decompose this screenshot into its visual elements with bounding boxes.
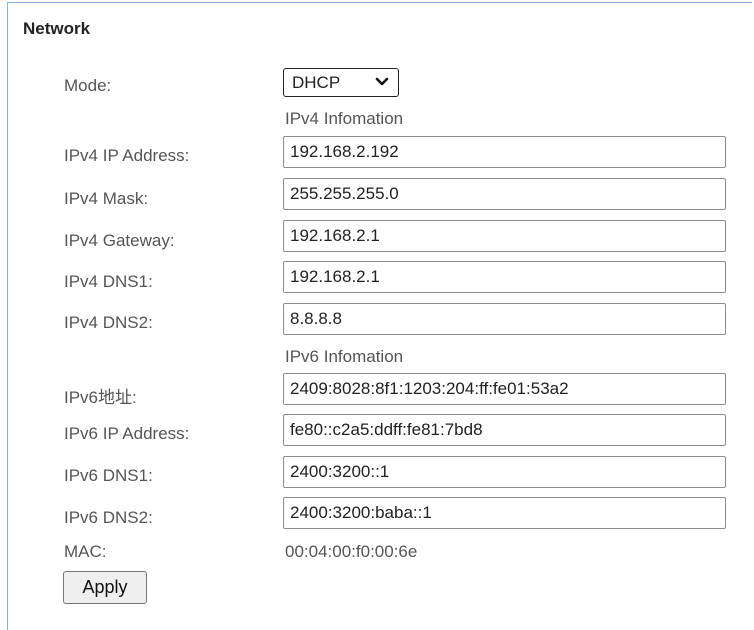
ipv4-address-label: IPv4 IP Address: — [64, 146, 190, 165]
ipv6-address-input[interactable] — [283, 414, 726, 446]
ipv6-dns1-input[interactable] — [283, 456, 726, 488]
ipv4-address-input[interactable] — [283, 136, 726, 168]
ipv6-global-address-label: IPv6地址: — [64, 388, 137, 407]
mac-label: MAC: — [64, 542, 107, 561]
chevron-down-icon — [375, 77, 389, 86]
ipv6-dns2-input[interactable] — [283, 497, 726, 529]
mode-label: Mode: — [64, 76, 112, 95]
ipv6-address-label: IPv6 IP Address: — [64, 424, 190, 443]
ipv6-global-address-input[interactable] — [283, 373, 726, 405]
ipv4-gateway-input[interactable] — [283, 220, 726, 252]
ipv6-heading: IPv6 Infomation — [285, 347, 404, 366]
ipv4-heading: IPv4 Infomation — [285, 109, 404, 128]
ipv6-dns1-label: IPv6 DNS1: — [64, 466, 153, 485]
apply-button[interactable]: Apply — [63, 571, 147, 604]
ipv4-mask-label: IPv4 Mask: — [64, 189, 149, 208]
network-panel: Network Mode: DHCP IPv4 Infomation IPv4 … — [7, 2, 752, 630]
ipv4-dns1-input[interactable] — [283, 261, 726, 293]
ipv4-dns2-input[interactable] — [283, 303, 726, 335]
ipv4-dns2-label: IPv4 DNS2: — [64, 313, 153, 332]
mode-select[interactable]: DHCP — [283, 68, 399, 97]
ipv4-dns1-label: IPv4 DNS1: — [64, 272, 153, 291]
mac-value: 00:04:00:f0:00:6e — [285, 542, 418, 561]
ipv6-dns2-label: IPv6 DNS2: — [64, 508, 153, 527]
ipv4-gateway-label: IPv4 Gateway: — [64, 231, 175, 250]
mode-select-value: DHCP — [292, 72, 341, 92]
panel-title: Network — [23, 19, 91, 38]
ipv4-mask-input[interactable] — [283, 178, 726, 210]
